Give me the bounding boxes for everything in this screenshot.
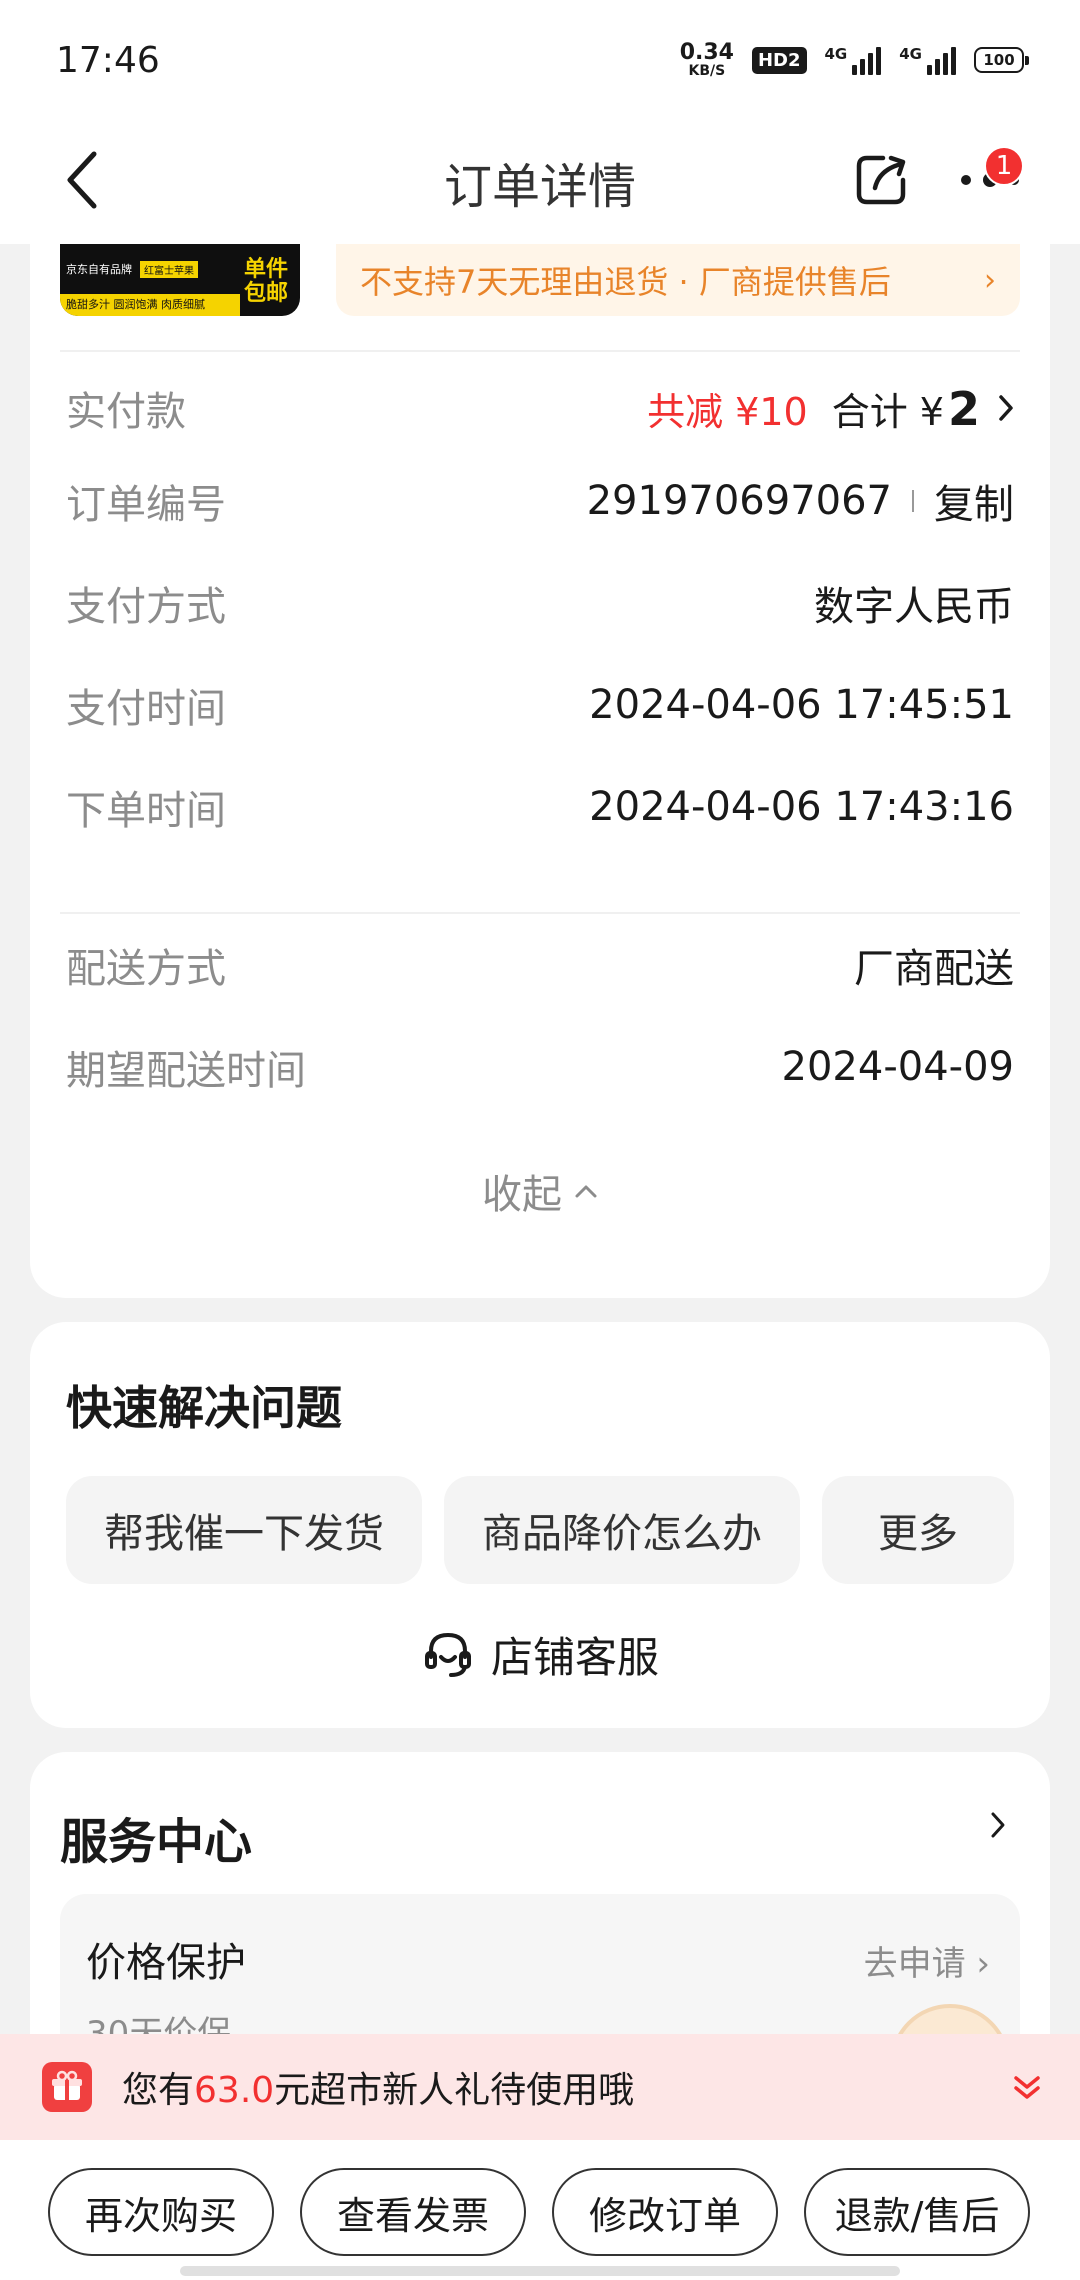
chevron-right-icon: › xyxy=(984,262,996,298)
promo-suffix: 元超市新人礼待使用哦 xyxy=(274,2070,635,2111)
signal-icon-2: 4G xyxy=(899,45,956,75)
collapse-label: 收起 xyxy=(482,1172,562,1218)
chip-urge-shipping[interactable]: 帮我催一下发货 xyxy=(66,1476,422,1584)
paid-discount: 共减 ¥10 xyxy=(647,389,808,434)
divider xyxy=(60,912,1020,914)
network-speed-unit: KB/S xyxy=(688,63,726,79)
delivery-method-row: 配送方式 厂商配送 xyxy=(66,930,1014,1000)
return-policy-text: 不支持7天无理由退货 · 厂商提供售后 xyxy=(360,263,891,301)
copy-button[interactable]: 复制 xyxy=(934,472,1014,530)
promo-prefix: 您有 xyxy=(122,2070,195,2111)
chip-more[interactable]: 更多 xyxy=(822,1476,1014,1584)
paid-total-label: 合计 ¥ xyxy=(831,389,944,434)
hd-icon: HD2 xyxy=(751,46,807,74)
collapse-button[interactable]: 收起 xyxy=(30,1156,1050,1226)
service-center-title: 服务中心 xyxy=(60,1814,253,1870)
product-tag: 红富士苹果 xyxy=(140,260,198,278)
refund-after-sales-button[interactable]: 退款/售后 xyxy=(804,2168,1030,2256)
home-indicator xyxy=(180,2266,900,2276)
chip-price-drop[interactable]: 商品降价怎么办 xyxy=(444,1476,800,1584)
status-icons: 0.34 KB/S HD2 4G 4G 100 xyxy=(679,40,1029,79)
store-customer-service-button[interactable]: 店铺客服 xyxy=(30,1614,1050,1694)
store-customer-service-label: 店铺客服 xyxy=(490,1632,659,1682)
expected-delivery-row: 期望配送时间 2024-04-09 xyxy=(66,1032,1014,1102)
paid-row[interactable]: 实付款 共减 ¥10 合计 ¥2 xyxy=(66,362,1014,454)
quick-resolve-card: 快速解决问题 帮我催一下发货 商品降价怎么办 更多 店铺客服 xyxy=(30,1322,1050,1728)
promo-amount: 63.0 xyxy=(194,2070,275,2111)
delivery-method-value: 厂商配送 xyxy=(854,946,1014,992)
share-button[interactable] xyxy=(846,140,916,220)
order-number-label: 订单编号 xyxy=(66,482,226,528)
headset-icon xyxy=(424,1632,471,1677)
copy-separator xyxy=(912,490,914,512)
product-slogan: 脆甜多汁 圆润饱满 肉质细腻 xyxy=(60,294,240,316)
signal-type-label: 4G xyxy=(824,45,848,63)
modify-order-button[interactable]: 修改订单 xyxy=(552,2168,778,2256)
network-speed-value: 0.34 xyxy=(679,40,734,65)
order-number-value: 291970697067 xyxy=(586,478,892,524)
paid-value: 共减 ¥10 合计 ¥2 xyxy=(647,381,1014,436)
paid-label: 实付款 xyxy=(66,389,186,435)
quick-resolve-title: 快速解决问题 xyxy=(66,1381,342,1435)
order-number-row: 订单编号 291970697067 复制 xyxy=(66,466,1014,536)
expected-delivery-label: 期望配送时间 xyxy=(66,1048,306,1094)
promo-banner[interactable]: 您有63.0元超市新人礼待使用哦 xyxy=(0,2034,1080,2140)
return-policy-notice[interactable]: 不支持7天无理由退货 · 厂商提供售后 › xyxy=(336,244,1020,316)
product-brand: 京东自有品牌 xyxy=(66,263,132,276)
view-invoice-button[interactable]: 查看发票 xyxy=(300,2168,526,2256)
promo-collapse-button[interactable] xyxy=(1002,2062,1052,2112)
signal-type-label-2: 4G xyxy=(899,45,922,63)
order-info-card: 京东自有品牌 红富士苹果 脆甜多汁 圆润饱满 肉质细腻 单件包邮 不支持7天无理… xyxy=(30,244,1050,1298)
page-title: 订单详情 xyxy=(443,159,636,215)
product-free-shipping: 单件包邮 xyxy=(243,257,288,306)
order-time-row: 下单时间 2024-04-06 17:43:16 xyxy=(66,772,1014,842)
double-chevron-down-icon xyxy=(1014,2076,1040,2099)
chevron-right-icon xyxy=(999,395,1013,421)
price-protection-apply-link[interactable]: 去申请 › xyxy=(864,1936,990,1985)
bottom-action-bar: 再次购买 查看发票 修改订单 退款/售后 xyxy=(0,2140,1080,2280)
chevron-right-icon[interactable] xyxy=(990,1810,1006,1840)
pay-method-value: 数字人民币 xyxy=(814,584,1014,630)
status-bar: 17:46 0.34 KB/S HD2 4G 4G 100 xyxy=(0,0,1080,120)
pay-time-label: 支付时间 xyxy=(66,686,226,732)
signal-icon: 4G xyxy=(825,45,882,75)
share-icon xyxy=(856,155,906,205)
status-time: 17:46 xyxy=(56,39,160,81)
paid-total: 合计 ¥2 xyxy=(832,381,980,436)
back-button[interactable] xyxy=(52,140,112,220)
rebuy-button[interactable]: 再次购买 xyxy=(48,2168,274,2256)
gift-icon xyxy=(42,2062,92,2112)
price-protection-title: 价格保护 xyxy=(86,1940,246,1986)
pay-method-label: 支付方式 xyxy=(66,584,226,630)
delivery-method-label: 配送方式 xyxy=(66,946,226,992)
network-speed: 0.34 KB/S xyxy=(679,40,734,79)
chevron-up-icon xyxy=(575,1185,597,1198)
battery-icon: 100 xyxy=(974,47,1029,73)
product-image[interactable]: 京东自有品牌 红富士苹果 脆甜多汁 圆润饱满 肉质细腻 单件包邮 xyxy=(60,244,300,316)
paid-total-value: 2 xyxy=(947,381,980,436)
nav-bar: 订单详情 1 xyxy=(0,120,1080,244)
pay-time-value: 2024-04-06 17:45:51 xyxy=(589,682,1014,728)
expected-delivery-value: 2024-04-09 xyxy=(781,1044,1014,1090)
divider xyxy=(60,350,1020,352)
pay-method-row: 支付方式 数字人民币 xyxy=(66,568,1014,638)
pay-time-row: 支付时间 2024-04-06 17:45:51 xyxy=(66,670,1014,740)
more-button[interactable]: 1 xyxy=(950,140,1030,220)
notification-badge: 1 xyxy=(984,146,1024,186)
order-time-label: 下单时间 xyxy=(66,788,226,834)
order-number-value-wrap: 291970697067 复制 xyxy=(587,472,1014,530)
back-icon xyxy=(67,151,97,209)
order-time-value: 2024-04-06 17:43:16 xyxy=(589,784,1014,830)
promo-text: 您有63.0元超市新人礼待使用哦 xyxy=(122,2061,634,2113)
battery-level: 100 xyxy=(983,51,1015,69)
